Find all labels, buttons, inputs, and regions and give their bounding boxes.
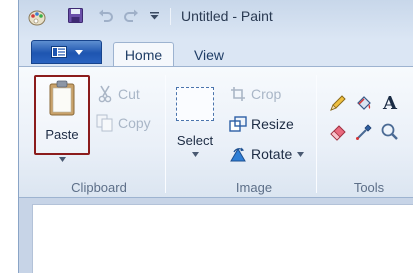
tools-group-label: Tools: [353, 180, 385, 195]
save-icon[interactable]: [68, 8, 83, 23]
drawing-canvas[interactable]: [32, 204, 413, 273]
redo-icon[interactable]: [123, 8, 139, 23]
tab-home[interactable]: Home: [113, 42, 174, 67]
paint-menu-button[interactable]: [31, 40, 102, 64]
resize-icon: [229, 115, 247, 133]
tab-view[interactable]: View: [187, 42, 231, 67]
paste-button[interactable]: Paste: [34, 75, 90, 155]
chevron-down-icon: [74, 49, 83, 55]
rotate-dropdown-icon[interactable]: [297, 151, 305, 157]
eraser-icon[interactable]: [326, 120, 350, 144]
cut-label: Cut: [118, 86, 140, 102]
rotate-button[interactable]: Rotate: [229, 145, 305, 163]
pencil-icon[interactable]: [326, 91, 350, 115]
select-icon[interactable]: [176, 87, 214, 121]
menu-icon: [50, 46, 67, 58]
rotate-icon: [229, 145, 247, 163]
text-icon[interactable]: A: [378, 91, 402, 115]
group-separator: [165, 75, 166, 193]
scissors-icon: [96, 85, 114, 103]
resize-button[interactable]: Resize: [229, 115, 294, 133]
color-picker-icon[interactable]: [352, 120, 376, 144]
undo-icon[interactable]: [98, 8, 114, 23]
paint-app-icon[interactable]: [28, 8, 46, 26]
copy-label: Copy: [118, 115, 151, 131]
title-separator: [170, 8, 171, 25]
crop-icon: [229, 85, 247, 103]
fill-icon[interactable]: [352, 91, 376, 115]
select-dropdown-icon[interactable]: [192, 152, 199, 157]
group-separator: [316, 75, 317, 193]
title-bar: Untitled - Paint: [19, 0, 413, 34]
copy-button[interactable]: Copy: [96, 114, 151, 132]
clipboard-icon: [49, 80, 75, 116]
image-group-label: Image: [235, 180, 273, 195]
paste-label: Paste: [45, 127, 79, 142]
paste-dropdown-icon[interactable]: [59, 157, 66, 162]
clipboard-group-label: Clipboard: [71, 180, 127, 195]
resize-label: Resize: [251, 116, 294, 132]
select-button[interactable]: Select: [171, 133, 219, 148]
rotate-label: Rotate: [251, 146, 293, 162]
magnifier-icon[interactable]: [378, 120, 402, 144]
crop-label: Crop: [251, 86, 282, 102]
copy-icon: [96, 114, 114, 132]
customize-toolbar-icon[interactable]: [150, 12, 159, 20]
window-title: Untitled - Paint: [181, 8, 273, 24]
ribbon: Paste Cut Copy Clipboard Select Crop Res…: [19, 66, 413, 198]
crop-button[interactable]: Crop: [229, 85, 281, 103]
canvas-area: [19, 198, 413, 273]
paint-window: Untitled - Paint Home View Paste Cut Cop…: [18, 0, 413, 273]
cut-button[interactable]: Cut: [96, 85, 140, 103]
